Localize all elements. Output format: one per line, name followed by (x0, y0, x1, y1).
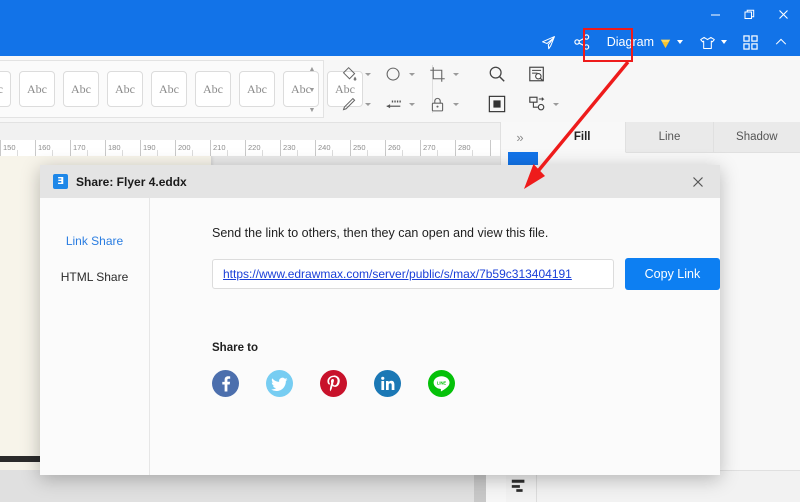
format-tools (336, 59, 559, 119)
share-link-text[interactable]: https://www.edrawmax.com/server/public/s… (223, 267, 572, 281)
style-swatch[interactable]: Abc (107, 71, 143, 107)
status-divider (536, 471, 537, 502)
tab-fill[interactable]: Fill (539, 122, 627, 153)
select-area-icon[interactable] (484, 91, 510, 117)
facebook-icon[interactable] (212, 370, 239, 397)
lock-icon[interactable] (424, 91, 450, 117)
edraw-app-icon: Ǝ (53, 174, 68, 189)
share-link-row: https://www.edrawmax.com/server/public/s… (212, 258, 720, 290)
status-segment (0, 471, 474, 502)
chevron-double-right-icon[interactable]: » (501, 122, 540, 152)
ruler-tick: 170 (70, 140, 86, 156)
find-replace-icon[interactable] (524, 61, 550, 87)
pinterest-icon[interactable] (320, 370, 347, 397)
fill-color-dropdown[interactable] (362, 61, 374, 87)
share-link-input[interactable]: https://www.edrawmax.com/server/public/s… (212, 259, 614, 289)
ruler-tick: 200 (175, 140, 191, 156)
lock-dropdown[interactable] (450, 91, 462, 117)
twitter-icon[interactable] (266, 370, 293, 397)
diamond-icon (659, 37, 672, 50)
format-tools-row-1 (336, 61, 550, 87)
copy-link-button[interactable]: Copy Link (624, 258, 720, 290)
title-bar: Diagram (0, 0, 800, 56)
send-icon[interactable] (532, 28, 565, 56)
ruler-tick-minor (490, 140, 493, 156)
sidebar-item-link-share[interactable]: Link Share (40, 223, 149, 259)
ruler-tick: 150 (0, 140, 16, 156)
social-share-buttons: LINE (212, 370, 720, 397)
dialog-body: Send the link to others, then they can o… (151, 198, 720, 475)
shadow-dropdown[interactable] (406, 61, 418, 87)
ruler-tick: 180 (105, 140, 121, 156)
dialog-title: Share: Flyer 4.eddx (76, 174, 187, 189)
status-segment (486, 471, 506, 502)
format-panel-tabs: Fill Line Shadow (539, 122, 800, 153)
expand-gallery-icon[interactable]: ▼ (309, 107, 316, 114)
app-window: Diagram c Abc Abc Abc Abc Abc Abc Abc Ab… (0, 0, 800, 502)
ruler-tick: 280 (455, 140, 471, 156)
annotation-highlight-box (583, 28, 633, 62)
restore-icon[interactable] (732, 0, 766, 28)
chevron-down-icon (721, 40, 727, 44)
window-controls (698, 0, 800, 28)
ribbon-toolbar: Abc Abc Abc Abc Abc Abc Abc Abc Abc ▲ ▼ … (0, 56, 800, 123)
shape-style-gallery[interactable]: Abc Abc Abc Abc Abc Abc Abc Abc Abc ▲ ▼ … (0, 60, 363, 118)
style-swatch[interactable]: Abc (0, 71, 11, 107)
page-layout-icon[interactable] (510, 477, 528, 500)
line-color-dropdown[interactable] (362, 91, 374, 117)
ruler-tick: 160 (35, 140, 51, 156)
ruler-tick: 240 (315, 140, 331, 156)
dialog-description: Send the link to others, then they can o… (212, 226, 549, 240)
ruler-tick: 270 (420, 140, 436, 156)
titlebar-tools: Diagram (532, 28, 796, 56)
ruler-tick: 190 (140, 140, 156, 156)
chevron-down-icon (677, 40, 683, 44)
gallery-scroll-controls[interactable]: ▲ ▼ ▼ (305, 66, 319, 114)
share-to-label: Share to (212, 342, 259, 354)
crop-icon[interactable] (424, 61, 450, 87)
style-swatch[interactable]: Abc (195, 71, 231, 107)
arrange-dropdown[interactable] (550, 91, 562, 117)
ruler-tick: 230 (280, 140, 296, 156)
svg-text:LINE: LINE (437, 380, 447, 385)
chevron-up-icon[interactable] (766, 28, 796, 56)
tab-line[interactable]: Line (626, 122, 714, 153)
crop-dropdown[interactable] (450, 61, 462, 87)
theme-menu[interactable] (691, 28, 735, 56)
fill-color-icon[interactable] (336, 61, 362, 87)
close-icon[interactable] (766, 0, 800, 28)
sidebar-item-html-share[interactable]: HTML Share (40, 259, 149, 295)
scroll-up-icon[interactable]: ▲ (309, 66, 316, 73)
ruler-tick: 210 (210, 140, 226, 156)
shadow-icon[interactable] (380, 61, 406, 87)
share-dialog: Ǝ Share: Flyer 4.eddx Link Share HTML Sh… (40, 165, 720, 475)
style-swatch[interactable]: Abc (63, 71, 99, 107)
style-swatch[interactable]: Abc (19, 71, 55, 107)
line-style-dropdown[interactable] (406, 91, 418, 117)
horizontal-ruler[interactable]: 150 160 170 180 190 200 210 220 230 240 … (0, 140, 500, 157)
zoom-icon[interactable] (484, 61, 510, 87)
style-swatch[interactable]: Abc (239, 71, 275, 107)
ruler-tick: 250 (350, 140, 366, 156)
minimize-icon[interactable] (698, 0, 732, 28)
line-color-icon[interactable] (336, 91, 362, 117)
ruler-tick: 220 (245, 140, 261, 156)
line-icon[interactable]: LINE (428, 370, 455, 397)
ruler-tick: 260 (385, 140, 401, 156)
arrange-icon[interactable] (524, 91, 550, 117)
scroll-down-icon[interactable]: ▼ (309, 87, 316, 94)
tab-shadow[interactable]: Shadow (713, 122, 800, 153)
linkedin-icon[interactable] (374, 370, 401, 397)
status-scroll-handle[interactable] (474, 471, 486, 502)
line-style-icon[interactable] (380, 91, 406, 117)
dialog-title-bar: Ǝ Share: Flyer 4.eddx (40, 165, 720, 198)
style-swatch[interactable]: Abc (151, 71, 187, 107)
apps-grid-icon[interactable] (735, 28, 766, 56)
close-icon[interactable] (676, 165, 720, 198)
dialog-sidebar: Link Share HTML Share (40, 198, 150, 475)
format-tools-row-2 (336, 91, 562, 117)
